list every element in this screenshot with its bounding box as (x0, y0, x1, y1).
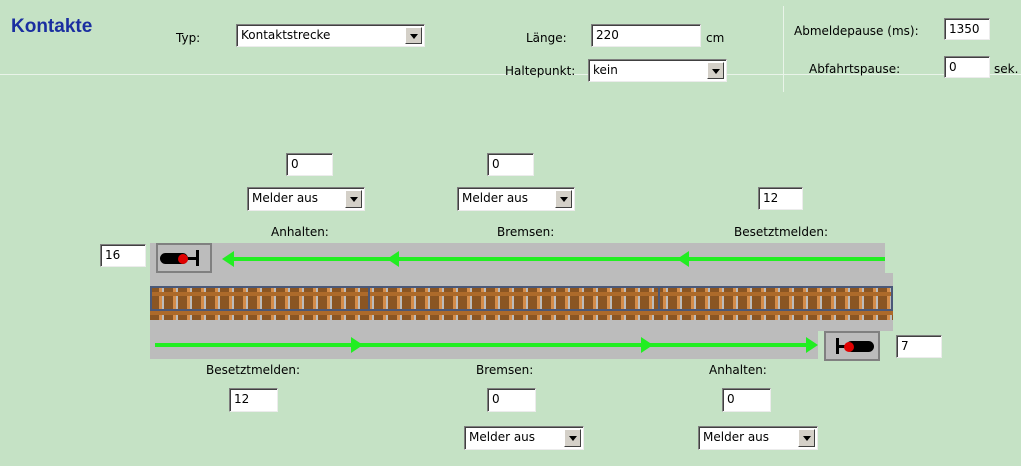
signal-post-icon (196, 250, 199, 266)
bottom-anhalten-label: Anhalten: (709, 363, 767, 377)
top-bremsen-label: Bremsen: (497, 225, 555, 239)
bottom-bremsen-label: Bremsen: (476, 363, 534, 377)
bottom-besetztmelden-input[interactable]: 12 (229, 388, 278, 412)
signal-right[interactable] (824, 331, 880, 361)
bottom-anhalten-input[interactable]: 0 (722, 388, 771, 412)
bottom-bremsen-melder-value: Melder aus (469, 430, 536, 444)
bottom-besetztmelden-label: Besetztmelden: (206, 363, 301, 377)
arrow-right-icon (351, 337, 363, 353)
abmeldepause-label: Abmeldepause (ms): (794, 24, 919, 38)
arrow-right-icon (806, 337, 818, 353)
signal-left[interactable] (156, 243, 212, 273)
laenge-input[interactable]: 220 (591, 24, 701, 47)
top-bremsen-input[interactable]: 0 (487, 153, 534, 176)
arrow-left-icon (677, 251, 689, 267)
top-besetztmelden-label: Besetztmelden: (734, 225, 829, 239)
signal-lamp-icon (178, 254, 188, 264)
top-anhalten-melder-select[interactable]: Melder aus (247, 187, 365, 211)
abmeldepause-input[interactable]: 1350 (944, 18, 990, 40)
top-anhalten-input[interactable]: 0 (286, 153, 333, 176)
chevron-down-icon[interactable] (555, 190, 572, 208)
chevron-down-icon[interactable] (345, 190, 362, 208)
arrow-right-icon (641, 337, 653, 353)
abfahrtspause-label: Abfahrtspause: (809, 62, 901, 76)
abfahrtspause-input[interactable]: 0 (944, 56, 990, 78)
signal-lamp-icon (844, 342, 854, 352)
panel-title: Kontakte (11, 16, 93, 37)
chevron-down-icon[interactable] (405, 27, 422, 44)
bottom-bremsen-melder-select[interactable]: Melder aus (464, 426, 584, 450)
rail-bottom (150, 309, 893, 311)
rail-end-left (150, 286, 152, 311)
bottom-signal-input[interactable]: 7 (896, 335, 942, 358)
haltepunkt-select[interactable]: kein (588, 59, 727, 82)
arrow-left-icon (222, 251, 234, 267)
chevron-down-icon[interactable] (564, 429, 581, 447)
header-vertical-divider (783, 6, 784, 92)
typ-select[interactable]: Kontaktstrecke (236, 24, 425, 47)
top-anhalten-melder-value: Melder aus (252, 191, 319, 205)
bottom-anhalten-melder-select[interactable]: Melder aus (698, 426, 818, 450)
lower-direction-line (155, 343, 808, 347)
rail-top (150, 286, 893, 288)
bottom-bremsen-input[interactable]: 0 (487, 388, 536, 412)
track-rail-lower (150, 311, 893, 315)
top-anhalten-label: Anhalten: (271, 225, 329, 239)
rail-joint-1 (368, 286, 370, 311)
top-bremsen-melder-select[interactable]: Melder aus (457, 187, 575, 211)
arrow-left-icon (387, 251, 399, 267)
top-signal-input[interactable]: 16 (100, 244, 146, 267)
chevron-down-icon[interactable] (707, 62, 724, 79)
track-rail-upper (150, 292, 893, 296)
upper-direction-line (232, 257, 885, 261)
abfahrtspause-unit: sek. (994, 62, 1019, 76)
signal-stem (188, 257, 196, 260)
chevron-down-icon[interactable] (798, 429, 815, 447)
rail-joint-2 (658, 286, 660, 311)
rail-end-right (891, 286, 893, 311)
haltepunkt-label: Haltepunkt: (505, 64, 576, 78)
typ-label: Typ: (176, 31, 201, 45)
top-besetztmelden-input[interactable]: 12 (758, 187, 803, 210)
laenge-label: Länge: (526, 31, 567, 45)
haltepunkt-select-value: kein (593, 63, 618, 77)
laenge-unit: cm (706, 31, 725, 45)
top-bremsen-melder-value: Melder aus (462, 191, 529, 205)
bottom-anhalten-melder-value: Melder aus (703, 430, 770, 444)
typ-select-value: Kontaktstrecke (241, 28, 331, 42)
